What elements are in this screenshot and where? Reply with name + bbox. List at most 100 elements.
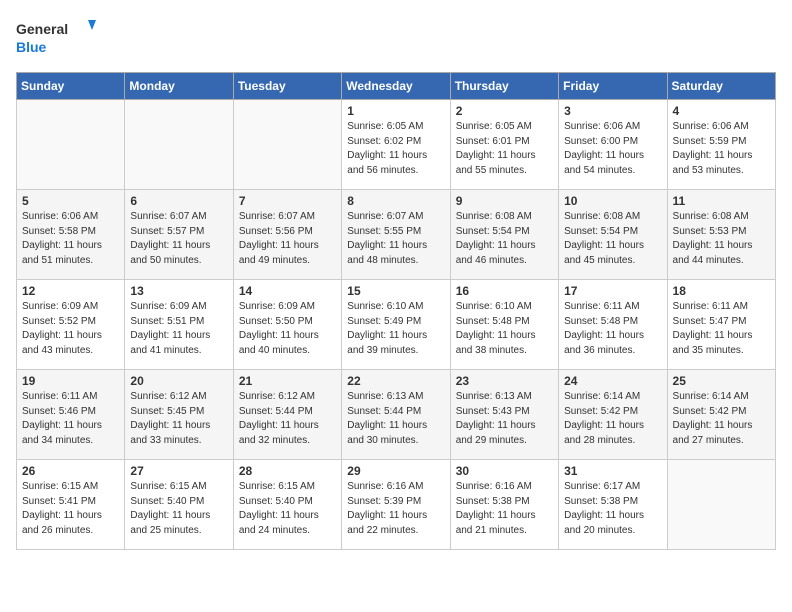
day-info: Sunrise: 6:11 AM Sunset: 5:46 PM Dayligh…	[22, 390, 119, 448]
day-info: Sunrise: 6:06 AM Sunset: 6:00 PM Dayligh…	[564, 120, 661, 178]
day-info: Sunrise: 6:08 AM Sunset: 5:54 PM Dayligh…	[456, 210, 553, 268]
day-info: Sunrise: 6:07 AM Sunset: 5:56 PM Dayligh…	[239, 210, 336, 268]
calendar-cell: 22 Sunrise: 6:13 AM Sunset: 5:44 PM Dayli…	[342, 370, 450, 460]
weekday-header: Thursday	[450, 73, 558, 100]
logo-svg: General Blue	[16, 16, 96, 60]
day-info: Sunrise: 6:15 AM Sunset: 5:41 PM Dayligh…	[22, 480, 119, 538]
page-header: General Blue	[16, 16, 776, 60]
calendar-cell: 19 Sunrise: 6:11 AM Sunset: 5:46 PM Dayli…	[17, 370, 125, 460]
day-info: Sunrise: 6:12 AM Sunset: 5:44 PM Dayligh…	[239, 390, 336, 448]
day-number: 27	[130, 464, 227, 478]
calendar-cell: 23 Sunrise: 6:13 AM Sunset: 5:43 PM Dayli…	[450, 370, 558, 460]
calendar-cell: 24Sunrise: 6:14 AM Sunset: 5:42 PM Dayli…	[559, 370, 667, 460]
weekday-header: Tuesday	[233, 73, 341, 100]
day-info: Sunrise: 6:06 AM Sunset: 5:58 PM Dayligh…	[22, 210, 119, 268]
day-info: Sunrise: 6:12 AM Sunset: 5:45 PM Dayligh…	[130, 390, 227, 448]
calendar-header: SundayMondayTuesdayWednesdayThursdayFrid…	[17, 73, 776, 100]
day-info: Sunrise: 6:09 AM Sunset: 5:51 PM Dayligh…	[130, 300, 227, 358]
calendar-cell	[233, 100, 341, 190]
day-number: 23	[456, 374, 553, 388]
calendar-cell: 1 Sunrise: 6:05 AM Sunset: 6:02 PM Daylig…	[342, 100, 450, 190]
day-number: 30	[456, 464, 553, 478]
day-number: 12	[22, 284, 119, 298]
day-info: Sunrise: 6:16 AM Sunset: 5:38 PM Dayligh…	[456, 480, 553, 538]
calendar-cell: 31 Sunrise: 6:17 AM Sunset: 5:38 PM Dayli…	[559, 460, 667, 550]
day-info: Sunrise: 6:05 AM Sunset: 6:02 PM Dayligh…	[347, 120, 444, 178]
calendar-cell: 9 Sunrise: 6:08 AM Sunset: 5:54 PM Daylig…	[450, 190, 558, 280]
day-info: Sunrise: 6:10 AM Sunset: 5:49 PM Dayligh…	[347, 300, 444, 358]
calendar-cell	[667, 460, 775, 550]
day-number: 18	[673, 284, 770, 298]
calendar-cell: 4 Sunrise: 6:06 AM Sunset: 5:59 PM Daylig…	[667, 100, 775, 190]
calendar-cell: 14Sunrise: 6:09 AM Sunset: 5:50 PM Dayli…	[233, 280, 341, 370]
calendar-cell: 25 Sunrise: 6:14 AM Sunset: 5:42 PM Dayli…	[667, 370, 775, 460]
calendar-cell: 20Sunrise: 6:12 AM Sunset: 5:45 PM Dayli…	[125, 370, 233, 460]
day-info: Sunrise: 6:09 AM Sunset: 5:50 PM Dayligh…	[239, 300, 336, 358]
day-info: Sunrise: 6:13 AM Sunset: 5:43 PM Dayligh…	[456, 390, 553, 448]
day-number: 7	[239, 194, 336, 208]
svg-text:Blue: Blue	[16, 39, 47, 55]
calendar-cell: 5 Sunrise: 6:06 AM Sunset: 5:58 PM Daylig…	[17, 190, 125, 280]
calendar-cell: 7 Sunrise: 6:07 AM Sunset: 5:56 PM Daylig…	[233, 190, 341, 280]
day-number: 3	[564, 104, 661, 118]
calendar-table: SundayMondayTuesdayWednesdayThursdayFrid…	[16, 72, 776, 550]
calendar-cell: 15 Sunrise: 6:10 AM Sunset: 5:49 PM Dayli…	[342, 280, 450, 370]
calendar-cell: 11Sunrise: 6:08 AM Sunset: 5:53 PM Dayli…	[667, 190, 775, 280]
day-number: 5	[22, 194, 119, 208]
day-info: Sunrise: 6:09 AM Sunset: 5:52 PM Dayligh…	[22, 300, 119, 358]
calendar-cell: 30 Sunrise: 6:16 AM Sunset: 5:38 PM Dayli…	[450, 460, 558, 550]
day-info: Sunrise: 6:15 AM Sunset: 5:40 PM Dayligh…	[239, 480, 336, 538]
calendar-cell	[125, 100, 233, 190]
day-info: Sunrise: 6:11 AM Sunset: 5:47 PM Dayligh…	[673, 300, 770, 358]
day-number: 29	[347, 464, 444, 478]
day-number: 4	[673, 104, 770, 118]
day-info: Sunrise: 6:10 AM Sunset: 5:48 PM Dayligh…	[456, 300, 553, 358]
day-number: 8	[347, 194, 444, 208]
day-info: Sunrise: 6:13 AM Sunset: 5:44 PM Dayligh…	[347, 390, 444, 448]
day-number: 1	[347, 104, 444, 118]
calendar-cell: 8Sunrise: 6:07 AM Sunset: 5:55 PM Daylig…	[342, 190, 450, 280]
day-info: Sunrise: 6:06 AM Sunset: 5:59 PM Dayligh…	[673, 120, 770, 178]
day-info: Sunrise: 6:15 AM Sunset: 5:40 PM Dayligh…	[130, 480, 227, 538]
calendar-cell: 10 Sunrise: 6:08 AM Sunset: 5:54 PM Dayli…	[559, 190, 667, 280]
calendar-cell: 13 Sunrise: 6:09 AM Sunset: 5:51 PM Dayli…	[125, 280, 233, 370]
day-number: 6	[130, 194, 227, 208]
day-number: 19	[22, 374, 119, 388]
day-number: 15	[347, 284, 444, 298]
day-number: 17	[564, 284, 661, 298]
day-number: 9	[456, 194, 553, 208]
calendar-cell: 28 Sunrise: 6:15 AM Sunset: 5:40 PM Dayli…	[233, 460, 341, 550]
weekday-header: Friday	[559, 73, 667, 100]
calendar-cell: 21 Sunrise: 6:12 AM Sunset: 5:44 PM Dayli…	[233, 370, 341, 460]
day-number: 28	[239, 464, 336, 478]
day-number: 24	[564, 374, 661, 388]
day-info: Sunrise: 6:08 AM Sunset: 5:54 PM Dayligh…	[564, 210, 661, 268]
calendar-cell: 26 Sunrise: 6:15 AM Sunset: 5:41 PM Dayli…	[17, 460, 125, 550]
day-number: 21	[239, 374, 336, 388]
day-number: 22	[347, 374, 444, 388]
weekday-header: Monday	[125, 73, 233, 100]
day-info: Sunrise: 6:05 AM Sunset: 6:01 PM Dayligh…	[456, 120, 553, 178]
day-number: 25	[673, 374, 770, 388]
calendar-cell: 27 Sunrise: 6:15 AM Sunset: 5:40 PM Dayli…	[125, 460, 233, 550]
calendar-cell: 6 Sunrise: 6:07 AM Sunset: 5:57 PM Daylig…	[125, 190, 233, 280]
calendar-cell: 18 Sunrise: 6:11 AM Sunset: 5:47 PM Dayli…	[667, 280, 775, 370]
calendar-cell: 2 Sunrise: 6:05 AM Sunset: 6:01 PM Daylig…	[450, 100, 558, 190]
calendar-cell	[17, 100, 125, 190]
day-number: 10	[564, 194, 661, 208]
day-info: Sunrise: 6:11 AM Sunset: 5:48 PM Dayligh…	[564, 300, 661, 358]
weekday-header: Sunday	[17, 73, 125, 100]
day-number: 16	[456, 284, 553, 298]
day-info: Sunrise: 6:07 AM Sunset: 5:57 PM Dayligh…	[130, 210, 227, 268]
day-info: Sunrise: 6:17 AM Sunset: 5:38 PM Dayligh…	[564, 480, 661, 538]
day-info: Sunrise: 6:08 AM Sunset: 5:53 PM Dayligh…	[673, 210, 770, 268]
calendar-cell: 16 Sunrise: 6:10 AM Sunset: 5:48 PM Dayli…	[450, 280, 558, 370]
day-info: Sunrise: 6:14 AM Sunset: 5:42 PM Dayligh…	[673, 390, 770, 448]
svg-text:General: General	[16, 21, 68, 37]
day-number: 26	[22, 464, 119, 478]
weekday-header: Wednesday	[342, 73, 450, 100]
day-number: 13	[130, 284, 227, 298]
day-number: 2	[456, 104, 553, 118]
day-number: 31	[564, 464, 661, 478]
calendar-cell: 17 Sunrise: 6:11 AM Sunset: 5:48 PM Dayli…	[559, 280, 667, 370]
